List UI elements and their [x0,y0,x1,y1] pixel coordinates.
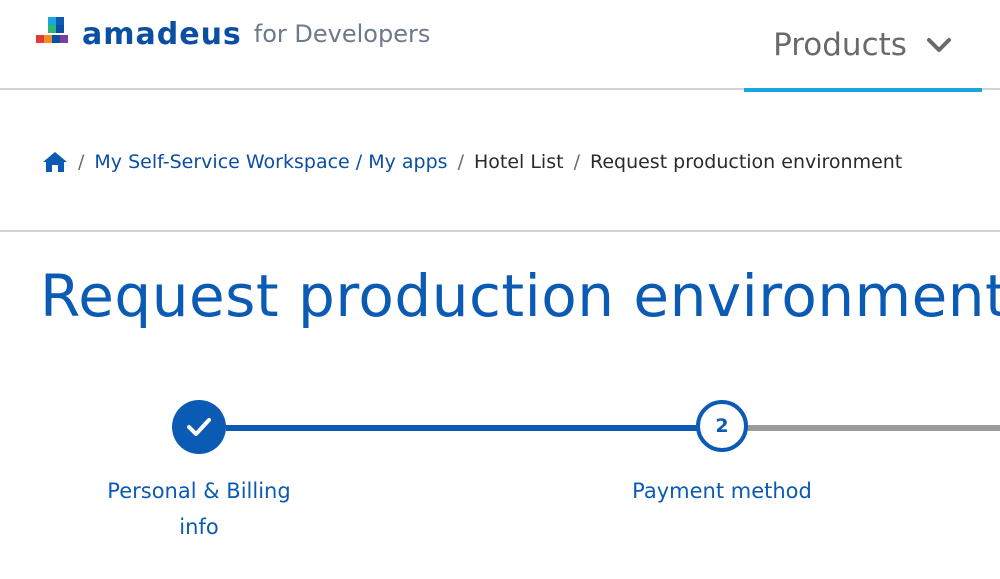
chevron-down-icon [926,38,951,52]
breadcrumb-workspace-link[interactable]: My Self-Service Workspace / My apps [94,151,447,173]
breadcrumb-hotel-list[interactable]: Hotel List [474,151,564,173]
breadcrumb-separator: / [457,151,464,173]
breadcrumb: / My Self-Service Workspace / My apps / … [42,146,902,178]
site-header: amadeus for Developers Products [0,0,1000,92]
section-divider [0,230,1000,232]
stepper-line-completed [226,425,698,431]
amadeus-logo[interactable]: amadeus for Developers [36,14,430,54]
active-nav-underline [744,88,982,92]
home-icon[interactable] [42,151,68,173]
logo-mark-icon [36,17,70,51]
progress-stepper: Personal & Billing info 2 Payment method [0,395,1000,565]
check-icon [187,418,211,436]
step-2-circle[interactable]: 2 [696,400,748,452]
products-label: Products [773,27,907,63]
breadcrumb-separator: / [78,151,85,173]
step-1-label[interactable]: Personal & Billing info [90,473,308,545]
products-menu-button[interactable]: Products [744,0,982,92]
breadcrumb-separator: / [573,151,580,173]
breadcrumb-current: Request production environment [589,151,903,173]
logo-subtitle: for Developers [253,20,431,48]
logo-wordmark: amadeus [82,16,242,52]
stepper-line-pending [746,425,1000,431]
page-title: Request production environment [40,262,1000,330]
step-1-circle[interactable] [172,400,226,454]
step-2-label[interactable]: Payment method [612,473,832,509]
